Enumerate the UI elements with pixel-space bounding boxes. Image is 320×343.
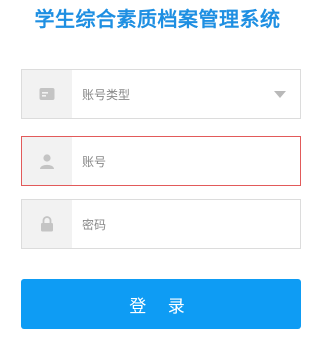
account-type-select[interactable]: 账号类型 (21, 69, 301, 119)
account-field[interactable]: 账号 (21, 136, 301, 186)
account-type-value: 账号类型 (82, 87, 131, 102)
login-page: 学生综合素质档案管理系统 账号类型 账号 密码 登 录 (0, 0, 315, 343)
dropdown-caret[interactable] (260, 70, 300, 118)
id-card-icon (39, 88, 55, 100)
icon-box (22, 70, 72, 118)
icon-box (22, 137, 72, 185)
page-title: 学生综合素质档案管理系统 (34, 7, 281, 31)
lock-icon (41, 216, 53, 232)
login-button[interactable]: 登 录 (21, 279, 301, 329)
password-field[interactable]: 密码 (21, 199, 301, 249)
account-placeholder: 账号 (82, 154, 107, 169)
user-icon (40, 154, 54, 169)
chevron-down-icon (274, 90, 286, 98)
password-placeholder: 密码 (82, 217, 107, 232)
icon-box (22, 200, 72, 248)
